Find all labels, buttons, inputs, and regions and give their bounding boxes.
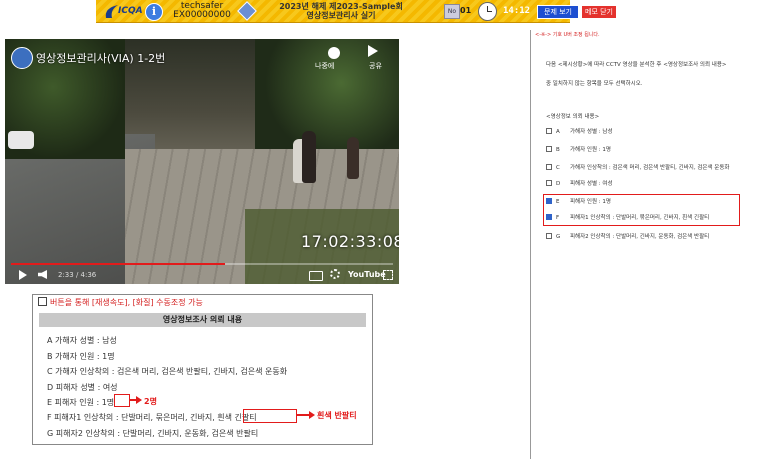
question-pane: <-※-> 기호 U버 조정 됩니다. 다음 <제시상황>에 따라 CCTV 영… — [534, 30, 773, 459]
question-number: 01 — [460, 6, 472, 15]
annotation-e: 2명 — [144, 397, 157, 406]
option-text: 피해자 성별 : 여성 — [570, 181, 613, 187]
panel-heading: 영상정보조사 의뢰 내용 — [39, 313, 366, 327]
option-b[interactable]: B 가해자 인원 : 1명 — [546, 146, 611, 154]
info-icon[interactable]: i — [145, 3, 163, 21]
annotation-f: 흰색 반팔티 — [317, 411, 357, 420]
option-d[interactable]: D 피해자 성별 : 여성 — [546, 180, 613, 188]
share-label: 공유 — [369, 62, 382, 70]
video-car — [8, 131, 34, 149]
highlight-box-f — [243, 409, 297, 423]
progress-bar[interactable] — [11, 263, 393, 265]
option-letter: B — [556, 147, 560, 153]
option-letter: G — [556, 234, 561, 240]
fullscreen-icon[interactable] — [383, 270, 393, 280]
gear-icon[interactable] — [330, 269, 340, 279]
video-player[interactable]: 영상정보관리사(VIA) 1-2번 나중에 공유 17:02:33:08 2:3… — [5, 39, 399, 284]
arrow-head-e — [136, 396, 142, 404]
panel-line-c: C 가해자 인상착의 : 검은색 머리, 검은색 반팔티, 긴바지, 검은색 운… — [47, 367, 288, 376]
youtube-logo[interactable]: YouTube — [348, 270, 386, 279]
logo-text: ICQA — [118, 6, 143, 16]
video-timestamp: 17:02:33:08 — [301, 232, 399, 251]
watch-later-icon[interactable] — [328, 47, 340, 59]
arrow-head-f — [309, 411, 315, 419]
panel-line-b: B 가해자 인원 : 1명 — [47, 352, 115, 361]
user-id: EX00000000 — [173, 10, 231, 20]
exam-title-line1: 2023년 해제 제2023-Sample회 — [279, 2, 403, 11]
panel-line-a: A 가해자 성별 : 남성 — [47, 336, 117, 345]
highlight-box-e — [114, 394, 130, 407]
timer: 14:12 — [503, 6, 531, 16]
option-c[interactable]: C 가해자 인상착의 : 검은색 머리, 검은색 반팔티, 긴바지, 검은색 운동… — [546, 164, 729, 172]
answer-highlight-box — [543, 194, 740, 226]
option-checkbox[interactable] — [546, 233, 552, 239]
option-letter: A — [556, 129, 560, 135]
watch-later-label: 나중에 — [315, 62, 335, 70]
view-problem-button[interactable]: 문제 보기 — [537, 5, 579, 19]
note-icon — [38, 297, 47, 306]
request-panel: 버튼을 통해 [재생속도], [화질] 수동조정 가능 영상정보조사 의뢰 내용… — [32, 294, 373, 445]
video-person-bystander — [347, 137, 359, 179]
pane-divider[interactable] — [530, 30, 531, 459]
option-g[interactable]: G 피해자2 인상착의 : 단발머리, 긴바지, 운동화, 검은색 반팔티 — [546, 233, 709, 241]
instruction-line-1: 다음 <제시상황>에 따라 CCTV 영상을 분석한 후 <영상정보조사 의뢰 … — [546, 62, 727, 68]
option-checkbox[interactable] — [546, 128, 552, 134]
progress-fill — [11, 263, 225, 265]
panel-line-e: E 피해자 인원 : 1명 — [47, 398, 115, 407]
channel-avatar[interactable] — [11, 47, 33, 69]
clock-icon — [478, 2, 497, 21]
close-memo-button[interactable]: 메모 닫기 — [581, 5, 617, 19]
user-info: techsafer EX00000000 — [172, 2, 232, 20]
option-a[interactable]: A 가해자 성별 : 남성 — [546, 128, 613, 136]
captions-icon[interactable] — [309, 271, 323, 281]
panel-line-g: G 피해자2 인상착의 : 단발머리, 긴바지, 운동화, 검은색 반팔티 — [47, 429, 259, 438]
panel-line-f: F 피해자1 인상착의 : 단발머리, 묶은머리, 긴바지, 흰색 긴팔티 — [47, 413, 257, 422]
video-person-assailant — [302, 131, 316, 183]
option-checkbox[interactable] — [546, 180, 552, 186]
option-letter: D — [556, 181, 561, 187]
exam-header-bar: ICQA i techsafer EX00000000 2023년 해제 제20… — [96, 0, 617, 23]
option-text: 피해자2 인상착의 : 단발머리, 긴바지, 운동화, 검은색 반팔티 — [570, 234, 710, 240]
video-title[interactable]: 영상정보관리사(VIA) 1-2번 — [36, 50, 165, 66]
option-text: 가해자 인원 : 1명 — [570, 147, 611, 153]
share-icon[interactable] — [368, 45, 378, 57]
exam-title: 2023년 해제 제2023-Sample회 영상정보관리사 실기 — [266, 2, 416, 20]
option-text: 가해자 인상착의 : 검은색 머리, 검은색 반팔티, 긴바지, 검은색 운동화 — [570, 165, 730, 171]
diamond-icon — [237, 1, 257, 21]
instruction-line-2: 중 일치하지 않는 항목을 모두 선택하시오. — [546, 81, 643, 87]
option-letter: C — [556, 165, 560, 171]
time-display: 2:33 / 4:36 — [58, 271, 97, 279]
option-checkbox[interactable] — [546, 164, 552, 170]
panel-line-d: D 피해자 성별 : 여성 — [47, 383, 118, 392]
panel-note-text: 버튼을 통해 [재생속도], [화질] 수동조정 가능 — [50, 298, 203, 307]
exam-title-line2: 영상정보관리사 실기 — [306, 11, 376, 20]
question-number-icon: No — [444, 4, 460, 19]
option-checkbox[interactable] — [546, 146, 552, 152]
panel-note: 버튼을 통해 [재생속도], [화질] 수동조정 가능 — [38, 297, 203, 308]
play-icon[interactable] — [19, 270, 27, 280]
pane-title: <-※-> 기호 U버 조정 됩니다. — [535, 32, 600, 38]
section-label: <영상정보 의뢰 내용> — [546, 114, 600, 120]
arrow-f — [296, 414, 310, 416]
option-text: 가해자 성별 : 남성 — [570, 129, 613, 135]
